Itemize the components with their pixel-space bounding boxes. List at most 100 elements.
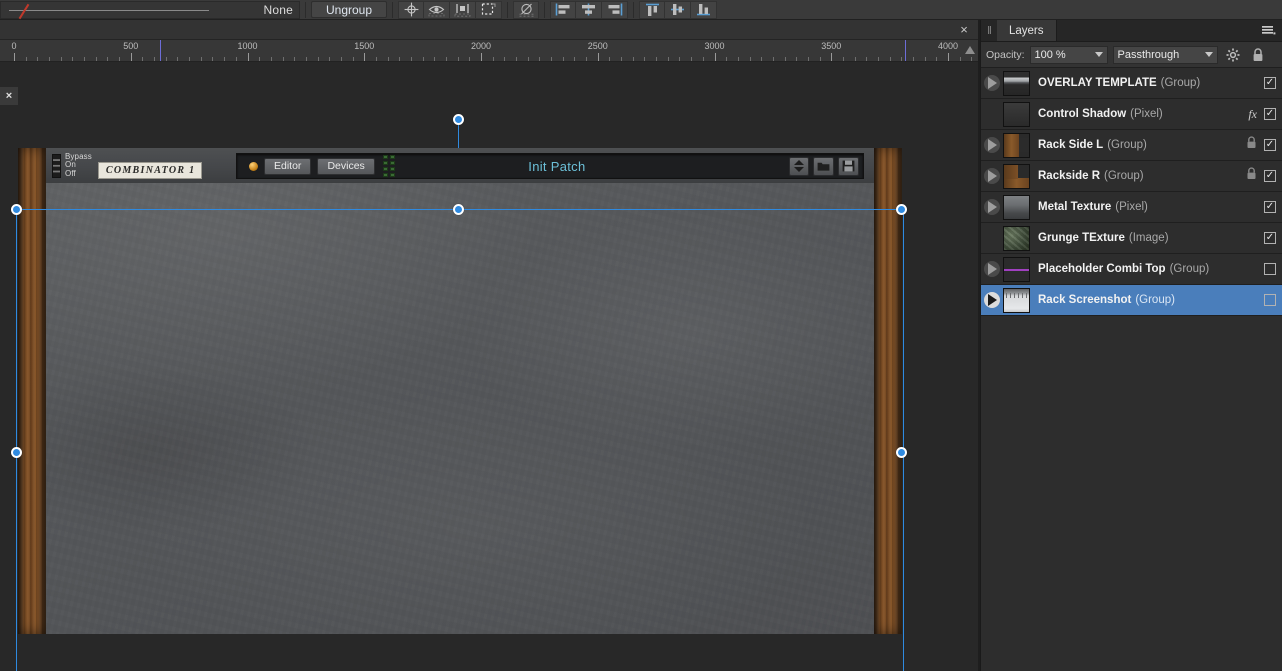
ruler-tick bbox=[901, 57, 903, 61]
align-top-icon[interactable] bbox=[639, 0, 665, 19]
blend-mode-select[interactable]: Passthrough bbox=[1112, 45, 1218, 64]
ruler-guide-marker[interactable] bbox=[160, 40, 161, 61]
layer-row[interactable]: Placeholder Combi Top (Group) bbox=[981, 254, 1282, 285]
horizontal-ruler[interactable]: 0 500 1000 1500 2000 2500 3000 3500 4000 bbox=[0, 40, 978, 62]
layer-row-controls: ✓ bbox=[1246, 136, 1276, 154]
expand-collapse-button[interactable] bbox=[984, 292, 1000, 308]
combinator-device-name[interactable]: COMBINATOR 1 bbox=[97, 162, 203, 179]
panel-menu-icon[interactable] bbox=[1256, 20, 1282, 41]
layer-visibility-checkbox[interactable] bbox=[1264, 294, 1276, 306]
canvas-close-marker[interactable]: × bbox=[0, 87, 18, 105]
layer-row[interactable]: Rack Side L (Group) ✓ bbox=[981, 130, 1282, 161]
close-document-button[interactable]: × bbox=[954, 20, 974, 40]
visibility-eye-icon[interactable] bbox=[424, 0, 450, 19]
align-right-icon[interactable] bbox=[602, 0, 628, 19]
alignment-center-icon[interactable] bbox=[398, 0, 424, 19]
devices-button[interactable]: Devices bbox=[317, 157, 375, 175]
save-patch-button[interactable] bbox=[838, 156, 859, 176]
ruler-tick bbox=[551, 57, 553, 61]
layer-visibility-checkbox[interactable]: ✓ bbox=[1264, 232, 1276, 244]
layer-row[interactable]: Rackside R (Group) ✓ bbox=[981, 161, 1282, 192]
layer-visibility-checkbox[interactable]: ✓ bbox=[1264, 108, 1276, 120]
ruler-tick bbox=[434, 57, 436, 61]
align-left-icon[interactable] bbox=[550, 0, 576, 19]
tab-layers[interactable]: Layers bbox=[997, 20, 1057, 41]
opacity-input[interactable]: 100 % bbox=[1029, 45, 1108, 64]
layer-row[interactable]: Metal Texture (Pixel) ✓ bbox=[981, 192, 1282, 223]
ruler-tick bbox=[294, 57, 296, 61]
chevron-right-icon bbox=[987, 77, 997, 89]
layer-thumbnail bbox=[1003, 132, 1030, 158]
expand-collapse-button[interactable] bbox=[984, 199, 1000, 215]
ruler-tick bbox=[527, 57, 529, 61]
combinator-fader-icon[interactable] bbox=[52, 153, 61, 178]
lock-icon[interactable] bbox=[1248, 47, 1268, 62]
selection-handle-top-center[interactable] bbox=[453, 204, 464, 215]
vertical-align-group bbox=[639, 0, 717, 19]
crop-selection-icon[interactable] bbox=[476, 0, 502, 19]
selection-handle-middle-left[interactable] bbox=[11, 447, 22, 458]
rotation-handle[interactable] bbox=[453, 114, 464, 125]
patch-spinner-button[interactable] bbox=[789, 156, 809, 176]
align-bottom-icon[interactable] bbox=[691, 0, 717, 19]
selection-handle-top-right[interactable] bbox=[896, 204, 907, 215]
chevron-right-icon bbox=[987, 201, 997, 213]
rotate-reset-icon[interactable] bbox=[513, 0, 539, 19]
expand-collapse-button[interactable] bbox=[984, 261, 1000, 277]
layer-visibility-checkbox[interactable]: ✓ bbox=[1264, 170, 1276, 182]
led-indicator bbox=[382, 155, 388, 159]
toolbar-divider bbox=[305, 1, 306, 18]
ruler-tick bbox=[142, 57, 144, 61]
distribute-horizontal-icon[interactable] bbox=[450, 0, 476, 19]
ruler-tick bbox=[37, 57, 39, 61]
canvas-area[interactable]: × Bypass On Off COMBINATOR 1 Editor Devi… bbox=[0, 62, 978, 671]
expand-collapse-button[interactable] bbox=[984, 75, 1000, 91]
layer-visibility-checkbox[interactable]: ✓ bbox=[1264, 201, 1276, 213]
panel-drag-grip[interactable]: ‖ bbox=[981, 20, 997, 41]
selection-handle-top-left[interactable] bbox=[11, 204, 22, 215]
layer-name[interactable]: OVERLAY TEMPLATE bbox=[1038, 77, 1157, 89]
ruler-tick bbox=[691, 57, 693, 61]
panel-tab-strip: ‖ Layers bbox=[981, 20, 1282, 42]
expand-collapse-button[interactable] bbox=[984, 137, 1000, 153]
align-center-horizontal-icon[interactable] bbox=[576, 0, 602, 19]
layer-row[interactable]: Rack Screenshot (Group) bbox=[981, 285, 1282, 316]
align-middle-vertical-icon[interactable] bbox=[665, 0, 691, 19]
expand-collapse-button[interactable] bbox=[984, 168, 1000, 184]
layer-lock-icon[interactable] bbox=[1246, 167, 1257, 185]
layer-name[interactable]: Placeholder Combi Top bbox=[1038, 263, 1166, 275]
ruler-tick bbox=[387, 57, 389, 61]
layer-name[interactable]: Rack Side L bbox=[1038, 139, 1103, 151]
rack-side-left-wood bbox=[18, 148, 46, 634]
editor-button[interactable]: Editor bbox=[264, 157, 312, 175]
layer-name[interactable]: Grunge TExture bbox=[1038, 232, 1125, 244]
ungroup-button[interactable]: Ungroup bbox=[311, 1, 387, 18]
layer-row[interactable]: OVERLAY TEMPLATE (Group) ✓ bbox=[981, 68, 1282, 99]
layer-name[interactable]: Metal Texture bbox=[1038, 201, 1111, 213]
layer-visibility-checkbox[interactable]: ✓ bbox=[1264, 77, 1276, 89]
toolbar-divider bbox=[507, 1, 508, 18]
layer-name[interactable]: Rack Screenshot bbox=[1038, 294, 1131, 306]
layers-panel: ‖ Layers Opacity: 100 % Passthrough OVER… bbox=[980, 20, 1282, 671]
led-indicator bbox=[382, 161, 388, 165]
layer-thumbnail bbox=[1003, 70, 1030, 96]
stroke-style-dropdown[interactable]: None bbox=[0, 0, 300, 19]
artboard-rack-mockup[interactable]: Bypass On Off COMBINATOR 1 Editor Device… bbox=[18, 148, 902, 634]
ruler-guide-marker[interactable] bbox=[905, 40, 906, 61]
ruler-scroll-arrow-icon bbox=[965, 46, 975, 54]
layer-name[interactable]: Control Shadow bbox=[1038, 108, 1126, 120]
layer-row[interactable]: Grunge TExture (Image) ✓ bbox=[981, 223, 1282, 254]
layer-row[interactable]: Control Shadow (Pixel) fx ✓ bbox=[981, 99, 1282, 130]
layer-list[interactable]: OVERLAY TEMPLATE (Group) ✓ Control Shadow (P… bbox=[981, 68, 1282, 316]
layer-effects-icon[interactable]: fx bbox=[1248, 107, 1257, 122]
layer-visibility-checkbox[interactable]: ✓ bbox=[1264, 139, 1276, 151]
layer-lock-icon[interactable] bbox=[1246, 136, 1257, 154]
browse-patch-button[interactable] bbox=[813, 156, 834, 176]
layer-properties-row: Opacity: 100 % Passthrough bbox=[981, 42, 1282, 68]
ruler-tick bbox=[165, 57, 167, 61]
layer-name[interactable]: Rackside R bbox=[1038, 170, 1100, 182]
selection-handle-middle-right[interactable] bbox=[896, 447, 907, 458]
gear-icon[interactable] bbox=[1223, 48, 1243, 62]
patch-status-led-icon bbox=[249, 161, 258, 171]
layer-visibility-checkbox[interactable] bbox=[1264, 263, 1276, 275]
